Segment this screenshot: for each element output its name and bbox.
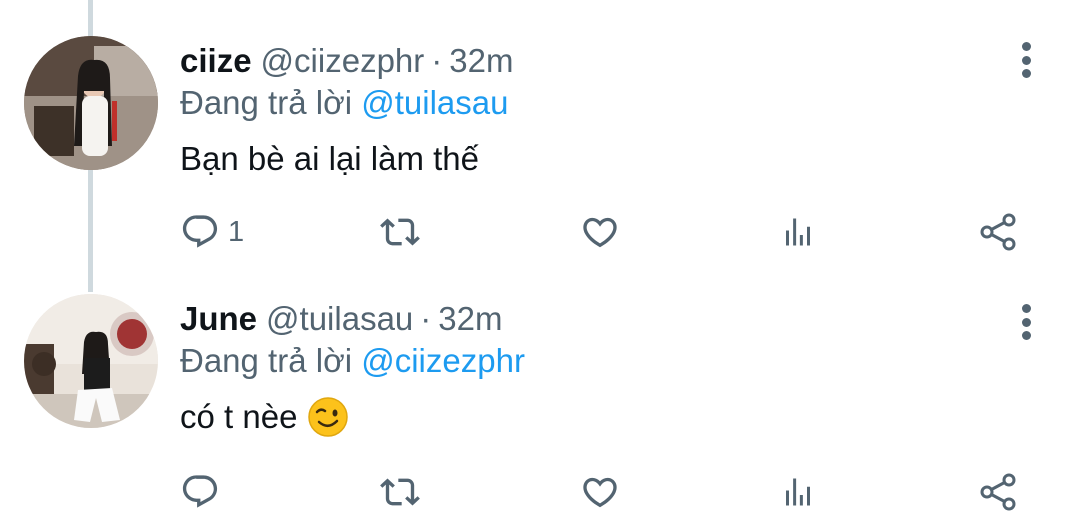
replying-to: Đang trả lời @ciizezphr [180,342,525,380]
display-name[interactable]: June [180,300,257,338]
views-button[interactable] [780,210,816,254]
share-button[interactable] [978,470,1018,514]
timestamp[interactable]: 32m [438,300,502,338]
tweet-text-content: Bạn bè ai lại làm thế [180,140,480,177]
mention-link[interactable]: @ciizezphr [361,342,525,379]
user-handle[interactable]: @ciizezphr [261,42,425,80]
tweet[interactable]: ciize @ciizezphr · 32m Đang trả lời @tui… [0,0,1080,262]
more-dot [1021,331,1031,340]
more-vertical-icon [1021,304,1031,313]
wink-emoji-icon [308,397,349,437]
reply-icon [182,215,218,248]
replying-to-label: Đang trả lời [180,342,362,379]
timestamp[interactable]: 32m [449,42,513,80]
reply-icon [182,475,218,508]
analytics-icon [786,218,810,246]
tweet-text: Bạn bè ai lại làm thế [180,140,479,178]
action-bar [0,470,1080,514]
more-options-button[interactable] [1012,42,1040,78]
tweet-header: ciize @ciizezphr · 32m [180,42,513,86]
retweet-icon [380,218,420,246]
avatar[interactable] [24,36,158,170]
separator-dot: · [420,300,432,337]
mention-link[interactable]: @tuilasau [361,84,508,121]
more-options-button[interactable] [1012,304,1040,340]
more-dot [1021,69,1031,78]
heart-icon [583,477,617,508]
more-vertical-icon [1021,42,1031,51]
share-icon [980,213,1016,251]
replying-to-label: Đang trả lời [180,84,362,121]
reply-count: 1 [228,215,245,248]
views-button[interactable] [780,470,816,514]
tweet[interactable]: June @tuilasau · 32m Đang trả lời @ciize… [0,262,1080,523]
user-handle[interactable]: @tuilasau [266,300,413,338]
like-button[interactable] [580,470,620,514]
retweet-button[interactable] [378,470,422,514]
share-icon [980,473,1016,511]
replying-to: Đang trả lời @tuilasau [180,84,508,122]
share-button[interactable] [978,210,1018,254]
like-button[interactable] [580,210,620,254]
tweet-text-content: có t nèe [180,398,298,435]
avatar[interactable] [24,294,158,428]
action-bar: 1 [0,210,1080,254]
display-name[interactable]: ciize [180,42,252,80]
retweet-button[interactable] [378,210,422,254]
tweet-header: June @tuilasau · 32m [180,300,502,344]
tweet-text: có t nèe [180,396,349,438]
more-dot [1021,317,1031,327]
more-dot [1021,55,1031,65]
retweet-icon [380,478,420,506]
heart-icon [583,217,617,248]
reply-button[interactable]: 1 [180,210,244,254]
reply-button[interactable] [180,470,228,514]
separator-dot: · [431,42,443,79]
analytics-icon [786,478,810,506]
